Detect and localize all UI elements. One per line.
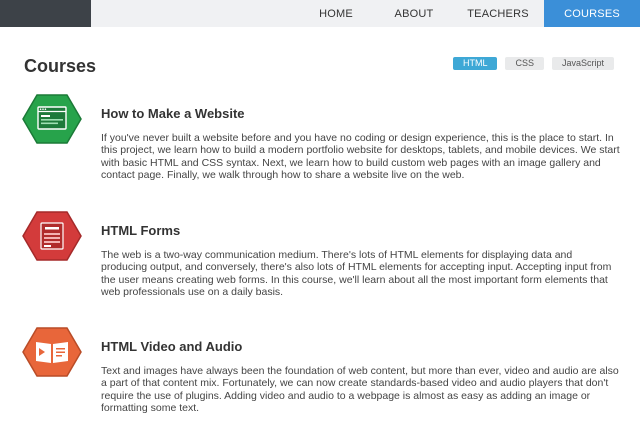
filter-javascript[interactable]: JavaScript: [551, 57, 614, 70]
filter-html[interactable]: HTML: [452, 57, 498, 70]
course-description: The web is a two-way communication mediu…: [101, 249, 612, 299]
course-description: If you've never built a website before a…: [101, 132, 620, 182]
website-icon: [22, 94, 82, 144]
course-title[interactable]: HTML Video and Audio: [101, 339, 242, 354]
filter-css[interactable]: CSS: [505, 57, 544, 70]
course-title[interactable]: How to Make a Website: [101, 106, 245, 121]
nav-home[interactable]: HOME: [296, 0, 376, 27]
video-icon: [22, 327, 82, 377]
main-nav: HOME ABOUT TEACHERS COURSES: [296, 0, 640, 27]
top-navigation-bar: HOME ABOUT TEACHERS COURSES: [0, 0, 640, 27]
brand-block[interactable]: [0, 0, 91, 27]
course-description: Text and images have always been the fou…: [101, 365, 619, 415]
page-title: Courses: [24, 56, 97, 76]
nav-teachers[interactable]: TEACHERS: [452, 0, 544, 27]
topic-filters: HTML CSS JavaScript: [452, 57, 614, 70]
form-icon: [22, 211, 82, 261]
nav-courses[interactable]: COURSES: [544, 0, 640, 27]
course-title[interactable]: HTML Forms: [101, 223, 180, 238]
nav-about[interactable]: ABOUT: [376, 0, 452, 27]
